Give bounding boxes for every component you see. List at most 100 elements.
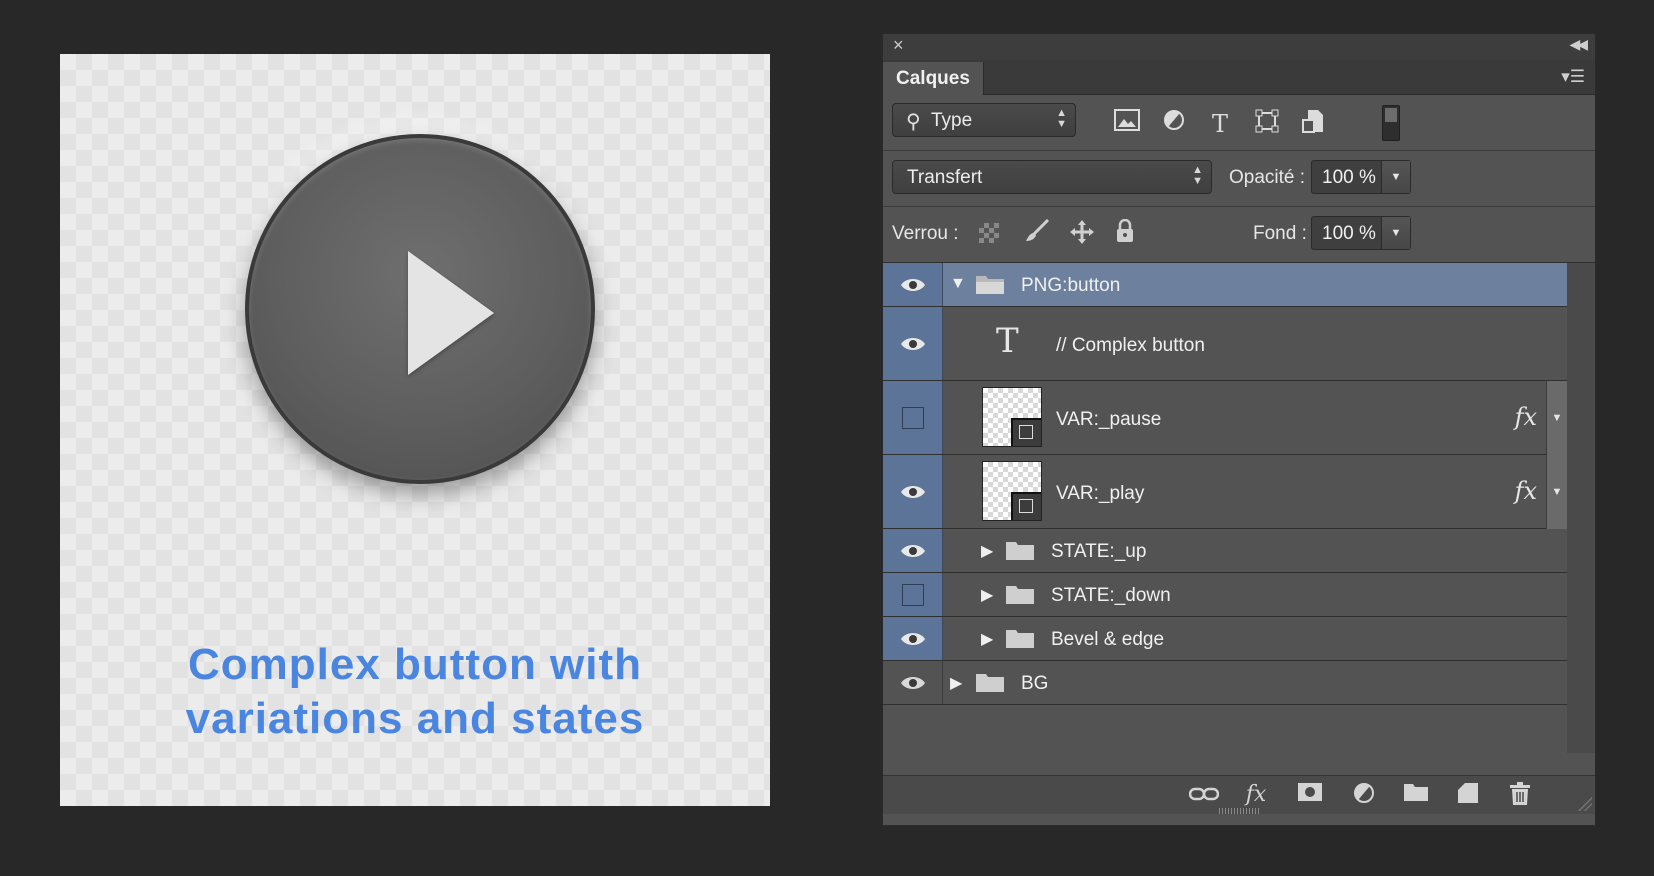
lock-transparent-icon[interactable] — [979, 223, 999, 243]
fx-icon[interactable]: fx — [1515, 403, 1537, 431]
layer-row-state-down[interactable]: ▶ STATE:_down — [883, 573, 1567, 617]
fill-label: Fond : — [1253, 223, 1307, 244]
select-arrows-icon: ▲ ▼ — [1192, 164, 1203, 187]
resize-grip[interactable] — [1219, 808, 1259, 814]
select-arrows-icon: ▲ ▼ — [1056, 107, 1067, 130]
type-filter-icon[interactable]: T — [1205, 109, 1235, 139]
layer-name: STATE:_down — [1051, 585, 1171, 606]
layer-thumbnail — [982, 387, 1042, 447]
new-layer-icon[interactable] — [1453, 782, 1483, 808]
layer-name: Bevel & edge — [1051, 629, 1165, 650]
collapse-panel-icon[interactable]: ◀◀ — [1569, 36, 1587, 53]
visibility-column — [883, 617, 943, 660]
fx-icon[interactable]: fx — [1515, 477, 1537, 505]
adjustment-icon[interactable] — [1349, 782, 1379, 808]
panel-titlebar: × ◀◀ — [883, 34, 1595, 60]
blend-row: Transfert ▲ ▼ Opacité : 100 % ▼ — [883, 151, 1595, 207]
chevron-right-icon[interactable]: ▶ — [981, 629, 993, 649]
caption-line-1: Complex button with — [187, 640, 643, 689]
layer-row-var-pause[interactable]: VAR:_pause fx ▼ — [883, 381, 1567, 455]
opacity-field[interactable]: 100 % ▼ — [1311, 160, 1411, 194]
eye-icon[interactable] — [900, 277, 926, 293]
visibility-toggle[interactable] — [902, 407, 924, 429]
layers-panel: × ◀◀ Calques ▾☰ ⚲ Type ▲ ▼ T Transfert ▲ ▼ — [882, 33, 1596, 826]
chevron-right-icon[interactable]: ▶ — [950, 673, 962, 693]
fx-icon[interactable]: fx — [1241, 782, 1271, 808]
layer-thumbnail — [982, 461, 1042, 521]
visibility-column — [883, 381, 943, 454]
chevron-down-icon[interactable]: ▼ — [1381, 161, 1410, 193]
smart-object-icon — [1011, 418, 1041, 446]
eye-icon[interactable] — [900, 484, 926, 500]
layer-list-scrollbar[interactable] — [1567, 263, 1595, 753]
play-icon — [408, 251, 494, 375]
panel-bottom-toolbar: fx — [883, 775, 1595, 814]
image-filter-icon[interactable] — [1112, 109, 1142, 139]
layer-name: BG — [1021, 673, 1049, 694]
layer-name: STATE:_up — [1051, 541, 1147, 562]
smart-object-icon — [1011, 492, 1041, 520]
lock-label: Verrou : — [892, 223, 959, 244]
document-canvas[interactable]: Complex button with variations and state… — [60, 54, 770, 806]
shape-filter-icon[interactable] — [1252, 109, 1282, 139]
lock-row: Verrou : Fond : 100 % ▼ — [883, 207, 1595, 263]
smart-object-filter-icon[interactable] — [1298, 109, 1328, 139]
eye-icon[interactable] — [900, 675, 926, 691]
link-icon[interactable] — [1188, 782, 1220, 808]
chevron-down-icon[interactable]: ▼ — [950, 275, 966, 293]
eye-icon[interactable] — [900, 543, 926, 559]
adjustment-filter-icon[interactable] — [1159, 109, 1189, 139]
layer-name: PNG:button — [1021, 275, 1121, 296]
close-icon[interactable]: × — [893, 35, 904, 56]
visibility-column — [883, 455, 943, 528]
panel-tabbar: Calques ▾☰ — [883, 60, 1595, 95]
folder-icon — [1006, 586, 1034, 604]
chevron-right-icon[interactable]: ▶ — [981, 585, 993, 605]
lock-position-icon[interactable] — [1068, 219, 1096, 247]
fill-value: 100 % — [1322, 223, 1376, 244]
resize-corner-icon[interactable] — [1578, 797, 1592, 811]
visibility-column — [883, 573, 943, 616]
new-group-icon[interactable] — [1401, 782, 1431, 808]
filter-kind-value: Type — [931, 110, 973, 131]
layer-name: // Complex button — [1056, 335, 1205, 356]
fill-field[interactable]: 100 % ▼ — [1311, 216, 1411, 250]
layer-row-png-button[interactable]: ▼ PNG:button — [883, 263, 1567, 307]
mask-icon[interactable] — [1295, 782, 1325, 808]
layer-row-bg[interactable]: ▶ BG — [883, 661, 1567, 705]
blend-mode-select[interactable]: Transfert ▲ ▼ — [892, 160, 1212, 194]
layer-row-state-up[interactable]: ▶ STATE:_up — [883, 529, 1567, 573]
visibility-column — [883, 307, 943, 380]
search-icon: ⚲ — [906, 111, 921, 133]
chevron-right-icon[interactable]: ▶ — [981, 541, 993, 561]
chevron-down-icon[interactable]: ▼ — [1381, 217, 1410, 249]
lock-pixels-icon[interactable] — [1023, 218, 1051, 247]
chevron-down-icon[interactable]: ▼ — [1546, 381, 1567, 455]
folder-icon — [1006, 630, 1034, 648]
opacity-value: 100 % — [1322, 167, 1376, 188]
filter-kind-select[interactable]: ⚲ Type ▲ ▼ — [892, 103, 1076, 137]
layer-list: ▼ PNG:button T // Complex button VAR:_pa… — [883, 263, 1567, 731]
eye-icon[interactable] — [900, 631, 926, 647]
eye-icon[interactable] — [900, 336, 926, 352]
blend-mode-value: Transfert — [907, 167, 983, 188]
layer-row-var-play[interactable]: VAR:_play fx ▼ — [883, 455, 1567, 529]
text-layer-icon: T — [996, 321, 1019, 361]
chevron-down-icon[interactable]: ▼ — [1546, 455, 1567, 529]
visibility-column — [883, 263, 943, 306]
visibility-column — [883, 661, 943, 704]
caption-line-2: variations and states — [185, 694, 645, 743]
filter-toggle[interactable] — [1382, 105, 1400, 141]
panel-menu-icon[interactable]: ▾☰ — [1561, 67, 1585, 87]
layer-row-complex-button[interactable]: T // Complex button — [883, 307, 1567, 381]
visibility-toggle[interactable] — [902, 584, 924, 606]
filter-row: ⚲ Type ▲ ▼ T — [883, 95, 1595, 151]
opacity-label: Opacité : — [1229, 167, 1306, 188]
trash-icon[interactable] — [1505, 782, 1535, 808]
visibility-column — [883, 529, 943, 572]
tab-calques[interactable]: Calques — [883, 62, 984, 95]
layer-row-bevel-edge[interactable]: ▶ Bevel & edge — [883, 617, 1567, 661]
folder-icon — [976, 674, 1004, 692]
lock-all-icon[interactable] — [1111, 218, 1139, 247]
layer-name: VAR:_pause — [1056, 409, 1162, 430]
